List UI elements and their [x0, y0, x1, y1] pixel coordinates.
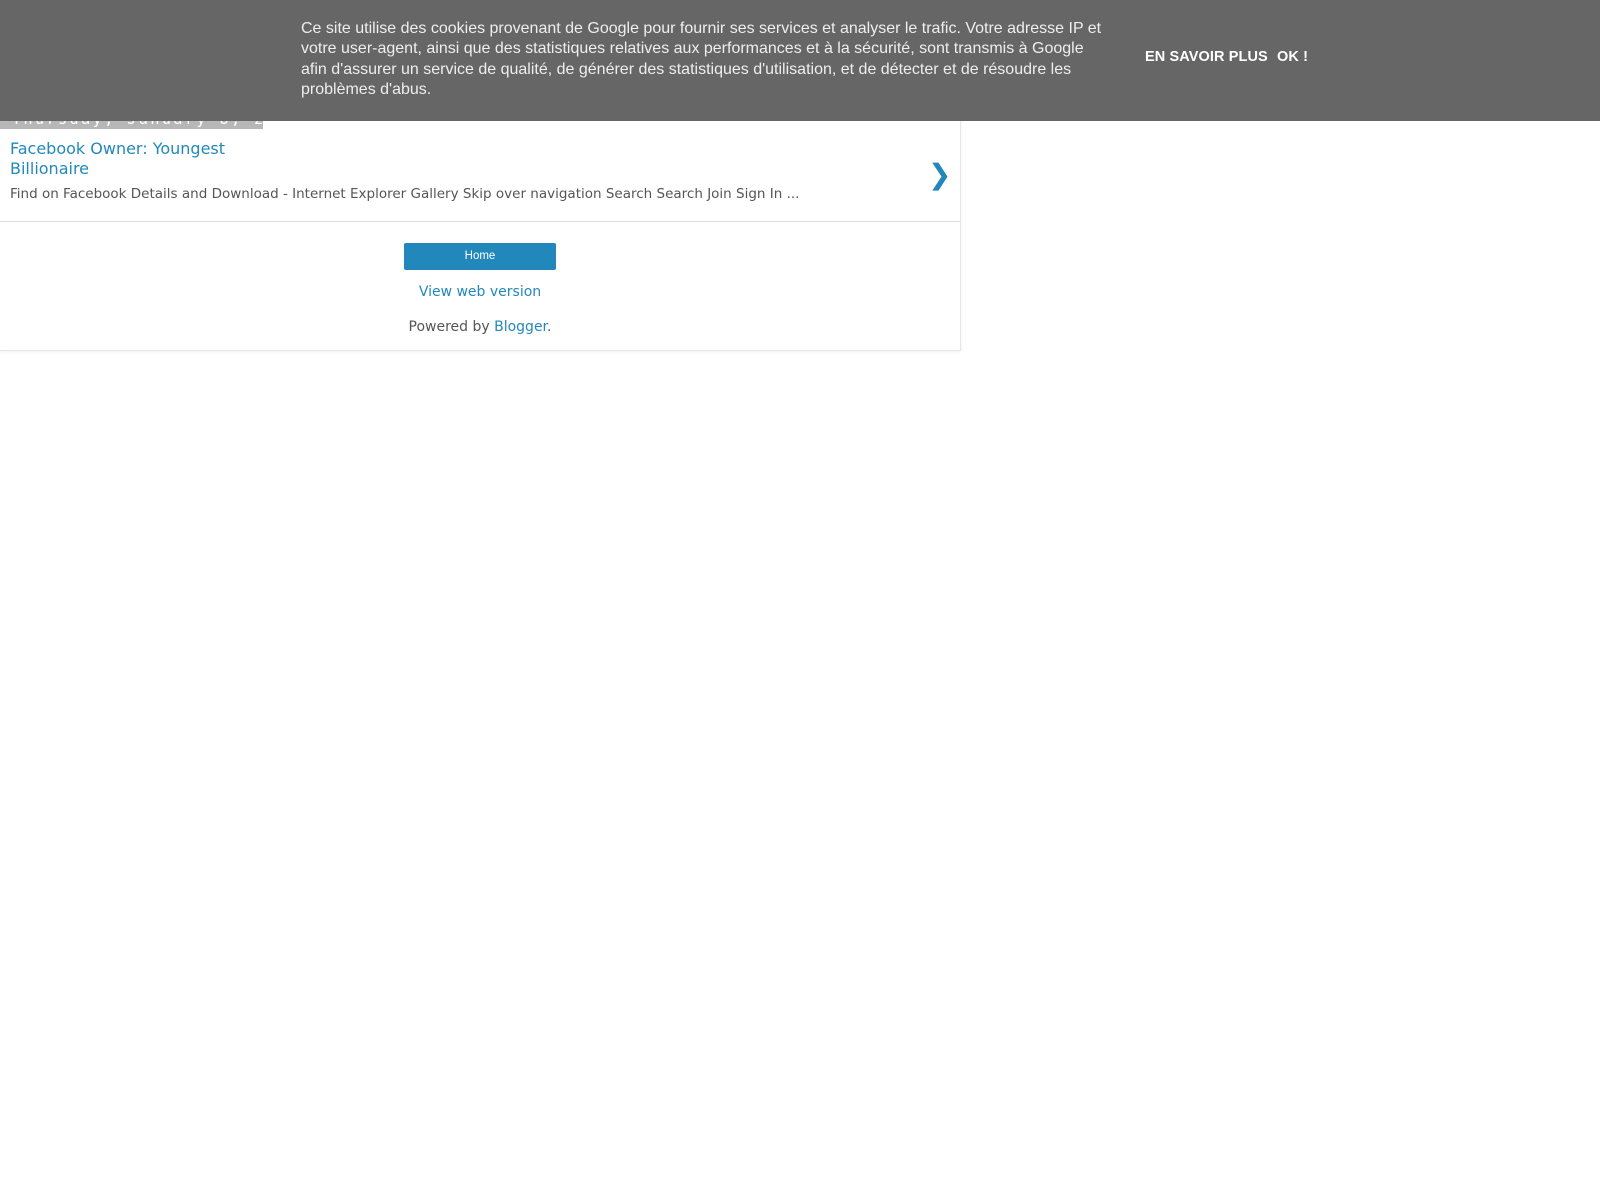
powered-by-prefix: Powered by: [408, 319, 495, 335]
home-button[interactable]: Home: [404, 243, 556, 270]
cookie-notice-text: Ce site utilise des cookies provenant de…: [301, 20, 1102, 98]
view-web-version-link[interactable]: View web version: [419, 284, 541, 300]
chevron-right-icon[interactable]: ❯: [928, 158, 951, 191]
ok-button[interactable]: OK !: [1277, 49, 1308, 65]
web-version-row: View web version: [0, 284, 960, 300]
powered-by-row: Powered by Blogger.: [0, 319, 960, 335]
post-snippet: Find on Facebook Details and Download - …: [10, 186, 800, 202]
learn-more-button[interactable]: EN SAVOIR PLUS: [1145, 49, 1268, 65]
post-item[interactable]: Facebook Owner: Youngest Billionaire Fin…: [0, 130, 960, 222]
powered-by-suffix: .: [547, 319, 552, 335]
page: Thursday, January 8, 2009 Facebook Owner…: [0, 0, 1600, 1200]
post-title-link[interactable]: Facebook Owner: Youngest Billionaire: [10, 139, 250, 179]
cookie-consent-bar: Ce site utilise des cookies provenant de…: [0, 0, 1600, 121]
blogger-link[interactable]: Blogger: [494, 319, 547, 335]
